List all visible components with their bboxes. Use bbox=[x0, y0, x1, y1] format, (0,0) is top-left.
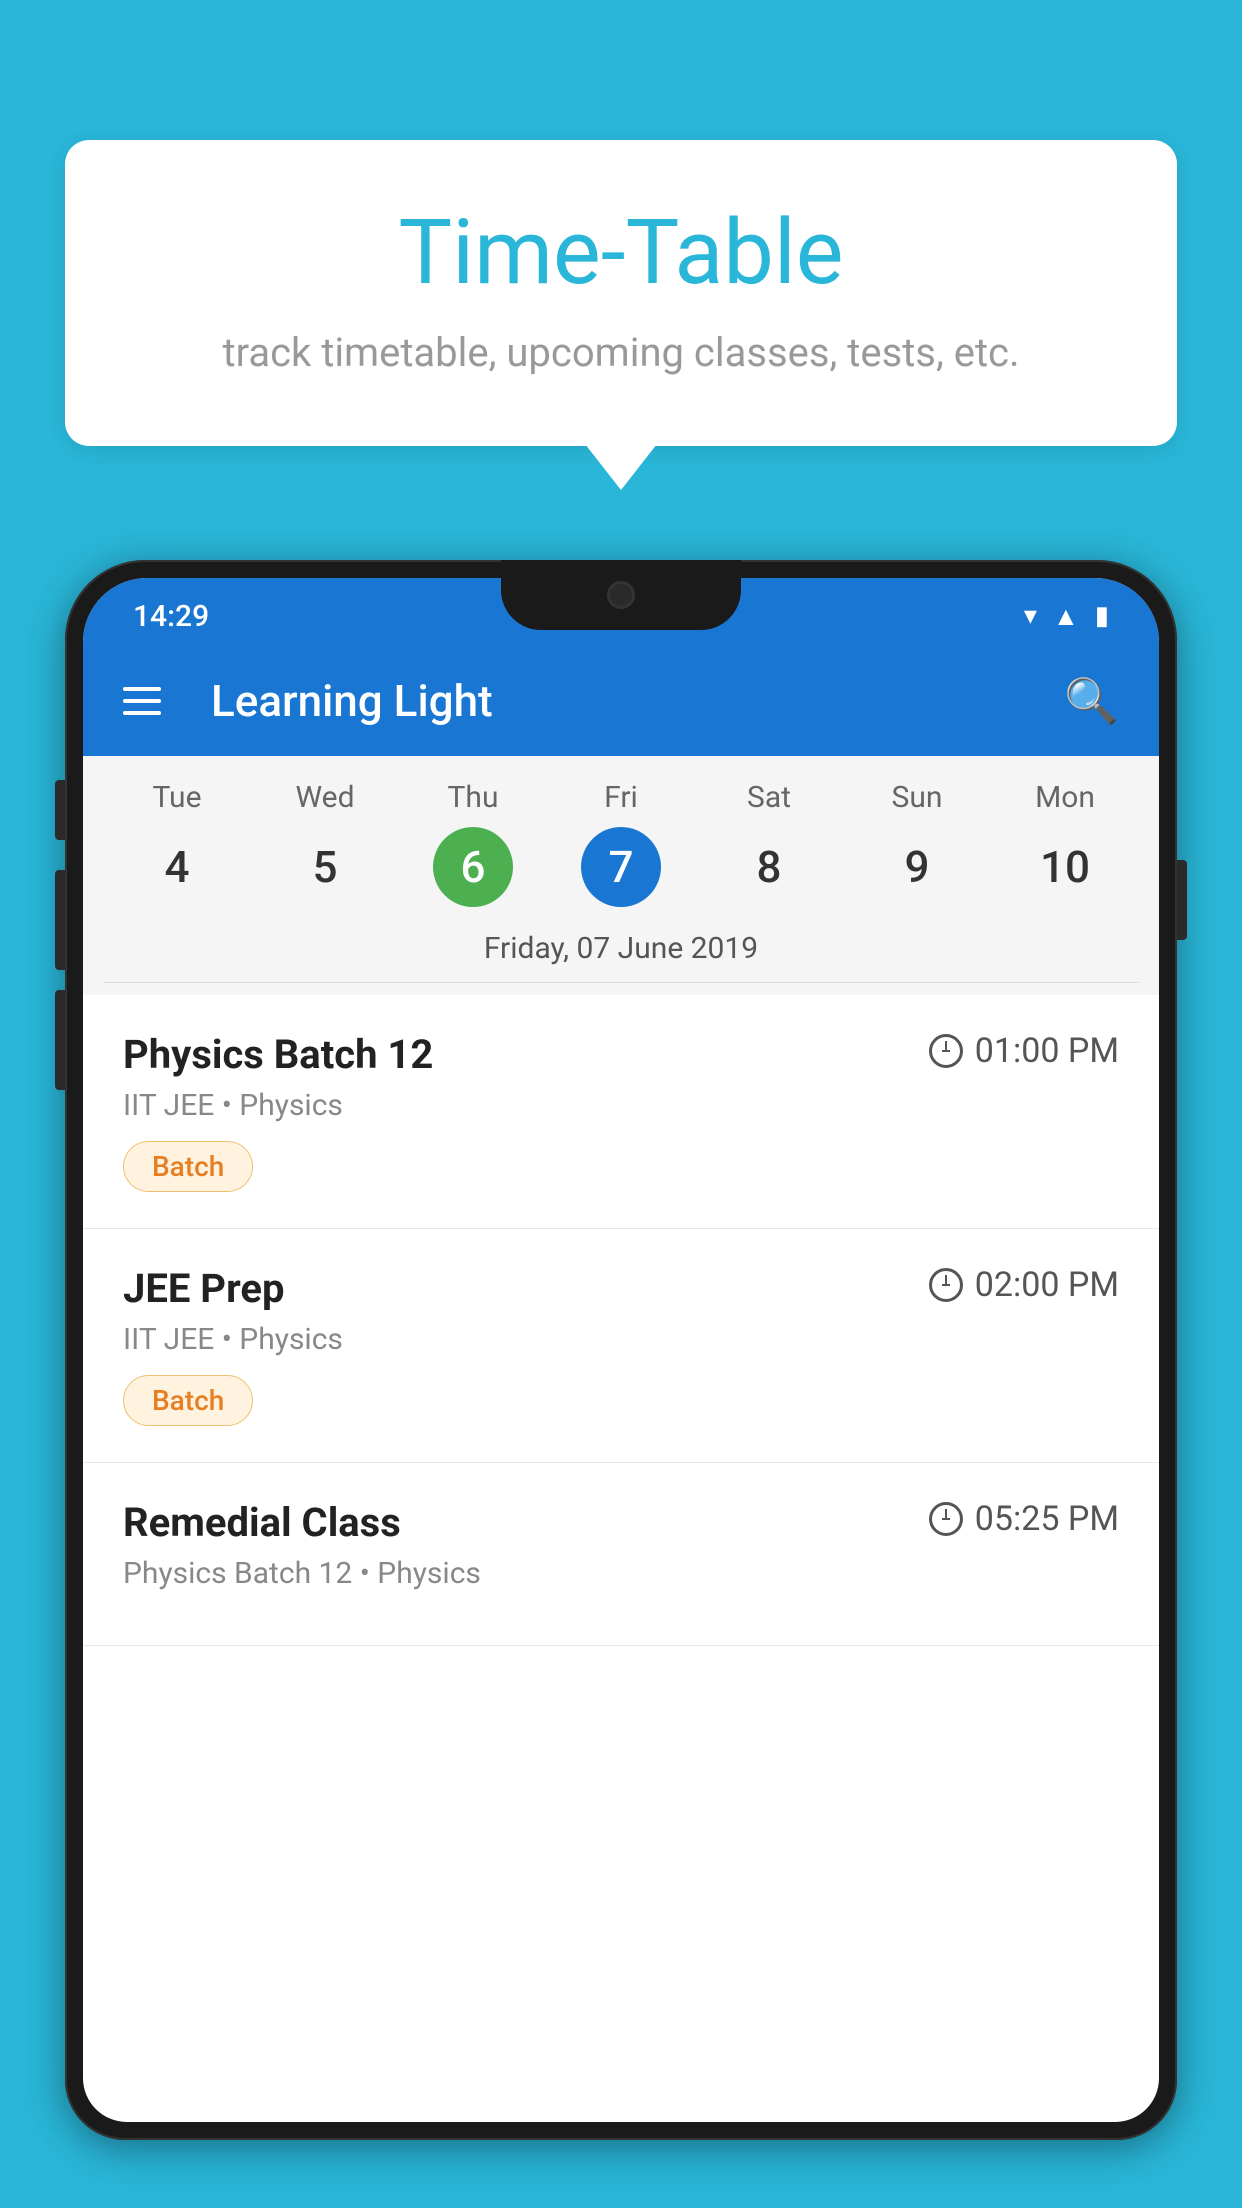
day-label: Fri bbox=[604, 780, 638, 815]
calendar-day-sun[interactable]: Sun 9 bbox=[862, 780, 972, 907]
schedule-item-header: JEE Prep 02:00 PM bbox=[123, 1265, 1119, 1312]
app-bar: Learning Light 🔍 bbox=[83, 646, 1159, 756]
time-text: 02:00 PM bbox=[975, 1265, 1119, 1305]
schedule-item-title: JEE Prep bbox=[123, 1265, 284, 1312]
schedule-item-2[interactable]: Remedial Class 05:25 PM Physics Batch 12 •… bbox=[83, 1463, 1159, 1646]
schedule-list: Physics Batch 12 01:00 PM IIT JEE • Physic… bbox=[83, 995, 1159, 1646]
day-label: Mon bbox=[1035, 780, 1095, 815]
phone-camera bbox=[607, 581, 635, 609]
phone-mockup: 14:29 ▾ ▲ ▮ Learning Light 🔍 bbox=[65, 560, 1177, 2208]
day-number[interactable]: 9 bbox=[877, 827, 957, 907]
schedule-item-1[interactable]: JEE Prep 02:00 PM IIT JEE • Physics Batch bbox=[83, 1229, 1159, 1463]
status-icons: ▾ ▲ ▮ bbox=[1024, 601, 1109, 632]
wifi-icon: ▾ bbox=[1024, 601, 1037, 631]
clock-icon bbox=[929, 1034, 963, 1068]
menu-button[interactable] bbox=[123, 687, 161, 715]
batch-badge: Batch bbox=[123, 1375, 253, 1426]
schedule-item-subtitle: IIT JEE • Physics bbox=[123, 1088, 1119, 1123]
speech-bubble: Time-Table track timetable, upcoming cla… bbox=[65, 140, 1177, 446]
schedule-item-subtitle: Physics Batch 12 • Physics bbox=[123, 1556, 1119, 1591]
schedule-item-header: Remedial Class 05:25 PM bbox=[123, 1499, 1119, 1546]
day-number[interactable]: 6 bbox=[433, 827, 513, 907]
day-label: Thu bbox=[448, 780, 499, 815]
app-title: Learning Light bbox=[191, 675, 1034, 727]
day-number[interactable]: 8 bbox=[729, 827, 809, 907]
day-label: Tue bbox=[153, 780, 202, 815]
calendar-day-wed[interactable]: Wed 5 bbox=[270, 780, 380, 907]
phone-outer: 14:29 ▾ ▲ ▮ Learning Light 🔍 bbox=[65, 560, 1177, 2140]
schedule-item-0[interactable]: Physics Batch 12 01:00 PM IIT JEE • Physic… bbox=[83, 995, 1159, 1229]
calendar-strip: Tue 4 Wed 5 Thu 6 Fri 7 Sat 8 Sun 9 Mon 10 Friday, 07… bbox=[83, 756, 1159, 995]
day-label: Wed bbox=[296, 780, 355, 815]
day-number[interactable]: 10 bbox=[1025, 827, 1105, 907]
battery-icon: ▮ bbox=[1095, 601, 1109, 631]
calendar-day-mon[interactable]: Mon 10 bbox=[1010, 780, 1120, 907]
vol-up-button bbox=[55, 870, 65, 970]
clock-icon bbox=[929, 1268, 963, 1302]
calendar-day-thu[interactable]: Thu 6 bbox=[418, 780, 528, 907]
day-label: Sat bbox=[747, 780, 791, 815]
schedule-item-title: Physics Batch 12 bbox=[123, 1031, 433, 1078]
time-text: 05:25 PM bbox=[975, 1499, 1119, 1539]
day-number[interactable]: 4 bbox=[137, 827, 217, 907]
day-number[interactable]: 5 bbox=[285, 827, 365, 907]
day-label: Sun bbox=[892, 780, 943, 815]
calendar-divider bbox=[103, 982, 1139, 983]
schedule-item-time: 05:25 PM bbox=[929, 1499, 1119, 1539]
calendar-days: Tue 4 Wed 5 Thu 6 Fri 7 Sat 8 Sun 9 Mon 10 bbox=[103, 780, 1139, 907]
batch-badge: Batch bbox=[123, 1141, 253, 1192]
bubble-subtitle: track timetable, upcoming classes, tests… bbox=[145, 329, 1097, 376]
schedule-item-title: Remedial Class bbox=[123, 1499, 401, 1546]
selected-date-label: Friday, 07 June 2019 bbox=[103, 923, 1139, 982]
day-number[interactable]: 7 bbox=[581, 827, 661, 907]
speech-bubble-container: Time-Table track timetable, upcoming cla… bbox=[65, 140, 1177, 446]
bubble-title: Time-Table bbox=[145, 200, 1097, 305]
phone-screen: 14:29 ▾ ▲ ▮ Learning Light 🔍 bbox=[83, 578, 1159, 2122]
power-button bbox=[1177, 860, 1187, 940]
schedule-item-header: Physics Batch 12 01:00 PM bbox=[123, 1031, 1119, 1078]
calendar-day-tue[interactable]: Tue 4 bbox=[122, 780, 232, 907]
clock-icon bbox=[929, 1502, 963, 1536]
status-time: 14:29 bbox=[133, 599, 209, 634]
phone-notch bbox=[501, 560, 741, 630]
vol-down-button bbox=[55, 990, 65, 1090]
calendar-day-sat[interactable]: Sat 8 bbox=[714, 780, 824, 907]
signal-icon: ▲ bbox=[1053, 601, 1079, 632]
schedule-item-time: 02:00 PM bbox=[929, 1265, 1119, 1305]
calendar-day-fri[interactable]: Fri 7 bbox=[566, 780, 676, 907]
time-text: 01:00 PM bbox=[975, 1031, 1119, 1071]
mute-button bbox=[55, 780, 65, 840]
search-icon[interactable]: 🔍 bbox=[1064, 675, 1119, 727]
schedule-item-time: 01:00 PM bbox=[929, 1031, 1119, 1071]
schedule-item-subtitle: IIT JEE • Physics bbox=[123, 1322, 1119, 1357]
